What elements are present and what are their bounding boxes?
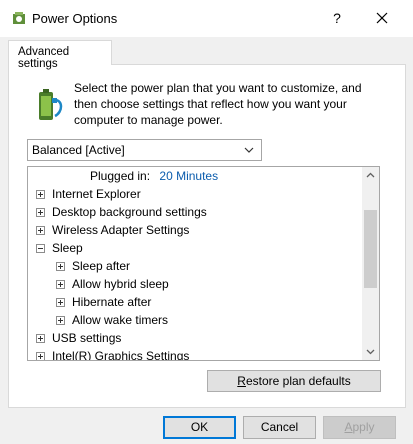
scroll-down-button[interactable]	[362, 343, 379, 360]
expand-icon[interactable]	[36, 226, 45, 235]
power-plan-selected: Balanced [Active]	[32, 143, 125, 157]
chevron-down-icon	[244, 147, 254, 153]
tree-item-label: Intel(R) Graphics Settings	[52, 349, 190, 361]
power-options-icon	[13, 12, 25, 24]
tree-item-label: USB settings	[52, 331, 122, 345]
plugged-in-value[interactable]: 20 Minutes	[159, 169, 218, 183]
help-button[interactable]: ?	[322, 4, 352, 32]
expand-icon[interactable]	[56, 298, 65, 307]
chevron-up-icon	[366, 172, 375, 178]
close-button[interactable]	[365, 4, 399, 32]
tree-item-label: Desktop background settings	[52, 205, 207, 219]
tree-item-label: Sleep	[52, 241, 83, 255]
tab-advanced-settings[interactable]: Advanced settings	[8, 40, 112, 70]
apply-button[interactable]: Apply	[323, 416, 396, 439]
title-bar: Power Options ?	[0, 0, 413, 37]
power-plan-dropdown[interactable]: Balanced [Active]	[27, 139, 262, 161]
restore-label: estore plan defaults	[245, 374, 351, 388]
expand-icon[interactable]	[56, 262, 65, 271]
tree-item-label: Allow hybrid sleep	[72, 277, 169, 291]
restore-plan-defaults-button[interactable]: Restore plan defaults	[207, 370, 381, 392]
expand-icon[interactable]	[36, 334, 45, 343]
expand-icon[interactable]	[36, 190, 45, 199]
apply-mnemonic: A	[344, 420, 353, 434]
collapse-icon[interactable]	[36, 244, 45, 253]
advanced-settings-panel: Select the power plan that you want to c…	[8, 64, 406, 408]
expand-icon[interactable]	[36, 208, 45, 217]
scroll-thumb[interactable]	[364, 210, 377, 288]
tree-item-label: Hibernate after	[72, 295, 152, 309]
expand-icon[interactable]	[36, 352, 45, 360]
tree-item-label: Wireless Adapter Settings	[52, 223, 190, 237]
window-title: Power Options	[32, 11, 118, 26]
tree-item-label: Internet Explorer	[52, 187, 141, 201]
cancel-button[interactable]: Cancel	[243, 416, 316, 439]
battery-plug-icon	[39, 89, 63, 120]
tab-label: Advanced settings	[18, 46, 70, 70]
settings-tree[interactable]: Plugged in: 20 Minutes Internet Explorer…	[27, 166, 380, 361]
expand-icon[interactable]	[56, 316, 65, 325]
chevron-down-icon	[366, 349, 375, 355]
tree-item-label: Sleep after	[72, 259, 131, 273]
apply-label: pply	[352, 420, 375, 434]
scroll-up-button[interactable]	[362, 167, 379, 184]
plugged-in-label: Plugged in:	[90, 169, 151, 183]
close-icon	[376, 12, 388, 24]
plugged-in-row: Plugged in: 20 Minutes	[90, 167, 218, 185]
tree-scrollbar[interactable]	[362, 167, 379, 360]
instructions-text: Select the power plan that you want to c…	[74, 81, 362, 127]
tree-item-label: Allow wake timers	[72, 313, 169, 327]
power-options-dialog: Power Options ? Advanced settings Select…	[0, 0, 413, 444]
restore-mnemonic: R	[237, 374, 246, 388]
ok-button[interactable]: OK	[163, 416, 236, 439]
expand-icon[interactable]	[56, 280, 65, 289]
